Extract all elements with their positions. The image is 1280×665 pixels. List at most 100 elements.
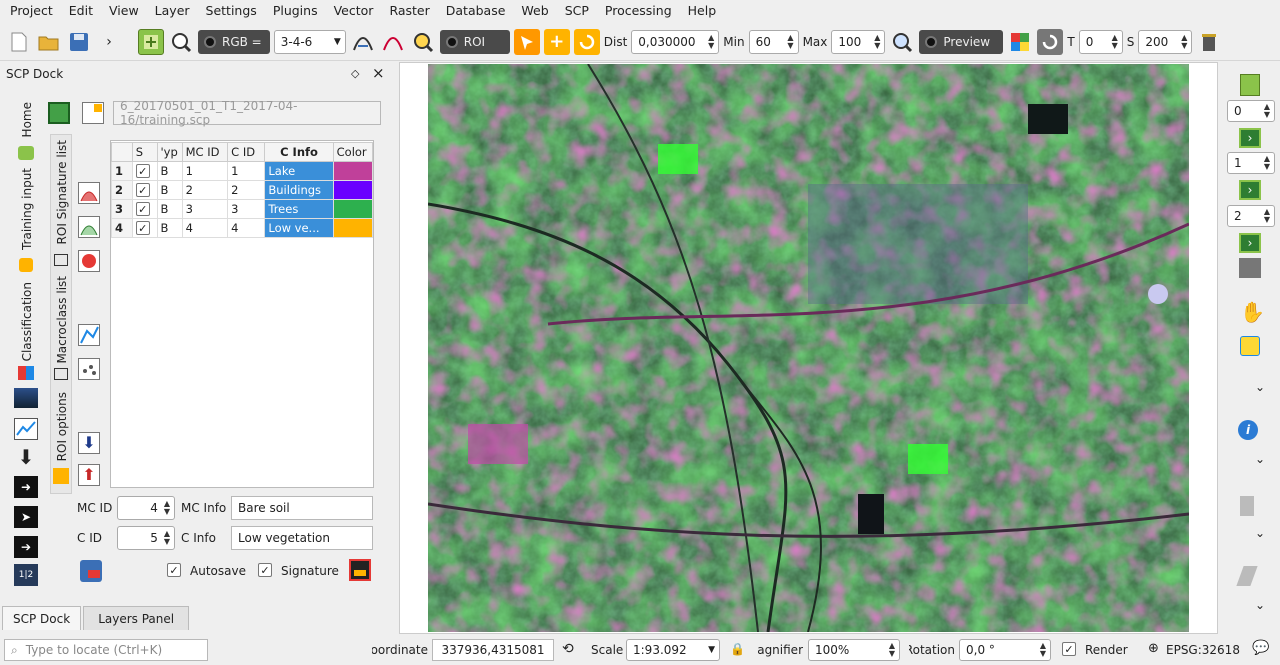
column-header-s[interactable]: S bbox=[131, 142, 158, 162]
create-training-icon[interactable] bbox=[48, 102, 70, 124]
c-id-spinbox[interactable]: 5 ▲ ▼ bbox=[117, 526, 175, 550]
table-row[interactable]: 2 ✓ B 2 2 Buildings bbox=[111, 180, 374, 200]
spin-arrows-icon[interactable]: ▲ ▼ bbox=[787, 33, 793, 50]
row-color-swatch[interactable] bbox=[332, 180, 374, 200]
stretch-cumulative-icon[interactable] bbox=[380, 29, 406, 55]
add-to-spectral-plot-icon[interactable] bbox=[78, 324, 100, 346]
mc-info-field[interactable]: Bare soil bbox=[231, 496, 373, 520]
t-spinbox[interactable]: 0 ▲ ▼ bbox=[1078, 29, 1123, 54]
spin-arrows-icon[interactable]: ▲ ▼ bbox=[1264, 103, 1270, 119]
tab-home[interactable]: Home bbox=[20, 102, 34, 137]
download-icon[interactable]: ⬇ bbox=[14, 446, 38, 468]
save-roi-icon[interactable] bbox=[349, 559, 371, 581]
identify-icon[interactable]: i bbox=[1238, 420, 1258, 440]
menu-view[interactable]: View bbox=[101, 0, 147, 22]
add-to-scatter-plot-icon[interactable] bbox=[78, 358, 100, 380]
column-header-color[interactable]: Color bbox=[332, 142, 374, 162]
more-chevron-icon[interactable]: › bbox=[96, 29, 122, 55]
tab-layers-panel[interactable]: Layers Panel bbox=[83, 606, 190, 630]
row-color-swatch[interactable] bbox=[332, 161, 374, 181]
spin-arrows-icon[interactable]: ▲ ▼ bbox=[874, 33, 880, 50]
stretch-std-icon[interactable] bbox=[350, 29, 376, 55]
render-checkbox[interactable]: ✓ bbox=[1062, 642, 1076, 656]
satellite-raster[interactable] bbox=[428, 64, 1189, 632]
dist-spinbox[interactable]: 0,030000 ▲ ▼ bbox=[631, 29, 720, 54]
signature-checkbox[interactable]: ✓ bbox=[258, 563, 272, 577]
chevron-down-icon[interactable]: ⌄ bbox=[1255, 598, 1265, 612]
menu-settings[interactable]: Settings bbox=[198, 0, 265, 22]
mc-id-spinbox[interactable]: 4 ▲ ▼ bbox=[117, 496, 175, 520]
zoom-to-preview-icon[interactable] bbox=[889, 29, 915, 55]
menu-raster[interactable]: Raster bbox=[381, 0, 437, 22]
open-project-icon[interactable] bbox=[36, 29, 62, 55]
spin-arrows-icon[interactable]: ▲ ▼ bbox=[1112, 33, 1118, 50]
band-spinbox-2[interactable]: 1 ▲ ▼ bbox=[1227, 152, 1275, 174]
band-set-icon[interactable] bbox=[14, 388, 38, 408]
row-checkbox[interactable]: ✓ bbox=[131, 161, 158, 181]
s-spinbox[interactable]: 200 ▲ ▼ bbox=[1138, 29, 1193, 54]
locator-search[interactable]: ⌕ Type to locate (Ctrl+K) bbox=[4, 639, 208, 661]
merge-signatures-icon[interactable] bbox=[78, 182, 100, 204]
float-icon[interactable]: ◇ bbox=[351, 67, 359, 80]
row-c-id[interactable]: 3 bbox=[227, 199, 266, 219]
menu-processing[interactable]: Processing bbox=[597, 0, 680, 22]
preprocessing-icon[interactable]: ➜ bbox=[14, 476, 38, 498]
spectral-plot-icon[interactable] bbox=[14, 418, 38, 440]
zoom-to-raster-icon[interactable] bbox=[168, 29, 194, 55]
row-mc-id[interactable]: 2 bbox=[181, 180, 229, 200]
measure-icon[interactable] bbox=[1240, 496, 1254, 516]
chevron-down-icon[interactable]: ⌄ bbox=[1255, 526, 1265, 540]
close-icon[interactable]: × bbox=[372, 64, 385, 82]
export-signatures-icon[interactable]: ⬆ bbox=[78, 464, 100, 486]
row-c-info[interactable]: Lake bbox=[264, 161, 334, 181]
coordinate-toggle-icon[interactable]: ⟲ bbox=[562, 641, 574, 657]
save-project-icon[interactable] bbox=[66, 29, 92, 55]
spin-arrows-icon[interactable]: ▲ ▼ bbox=[1040, 642, 1046, 658]
row-mc-id[interactable]: 1 bbox=[181, 161, 229, 181]
row-checkbox[interactable]: ✓ bbox=[131, 199, 158, 219]
row-color-swatch[interactable] bbox=[332, 199, 374, 219]
postprocessing-icon[interactable]: ➔ bbox=[14, 536, 38, 558]
tab-roi-signature-list[interactable]: ROI Signature list bbox=[55, 140, 69, 244]
column-header-c-info[interactable]: C Info bbox=[264, 142, 334, 162]
row-c-info[interactable]: Low ve... bbox=[264, 218, 334, 238]
tab-roi-options[interactable]: ROI options bbox=[55, 392, 69, 461]
apply-icon[interactable]: › bbox=[1239, 180, 1261, 200]
rgb-toggle[interactable]: RGB = bbox=[198, 29, 270, 54]
row-color-swatch[interactable] bbox=[332, 218, 374, 238]
spin-arrows-icon[interactable]: ▲ ▼ bbox=[1264, 208, 1270, 224]
row-checkbox[interactable]: ✓ bbox=[131, 218, 158, 238]
column-header-mc-id[interactable]: MC ID bbox=[181, 142, 229, 162]
pan-to-selection-icon[interactable] bbox=[1240, 336, 1260, 356]
table-row[interactable]: 4 ✓ B 4 4 Low ve... bbox=[111, 218, 374, 238]
column-header-c-id[interactable]: C ID bbox=[227, 142, 266, 162]
menu-layer[interactable]: Layer bbox=[147, 0, 198, 22]
apply-icon[interactable]: › bbox=[1239, 128, 1261, 148]
remove-temp-files-icon[interactable] bbox=[1196, 29, 1222, 55]
new-project-icon[interactable] bbox=[6, 29, 32, 55]
chevron-down-icon[interactable]: ⌄ bbox=[1255, 452, 1265, 466]
scale-combo[interactable]: 1:93.092 ▼ bbox=[626, 639, 720, 661]
raster-settings-icon[interactable] bbox=[138, 28, 164, 55]
c-info-field[interactable]: Low vegetation bbox=[231, 526, 373, 550]
settings-icon[interactable]: 1|2 bbox=[14, 564, 38, 586]
pan-hand-icon[interactable]: ✋ bbox=[1240, 300, 1265, 324]
menu-scp[interactable]: SCP bbox=[557, 0, 597, 22]
training-file-field[interactable]: 6_20170501_01_T1_2017-04-16/training.scp bbox=[113, 99, 381, 127]
delete-signature-icon[interactable] bbox=[78, 250, 100, 272]
row-c-id[interactable]: 2 bbox=[227, 180, 266, 200]
rotation-spinbox[interactable]: 0,0 ° ▲ ▼ bbox=[959, 639, 1051, 661]
chevron-down-icon[interactable]: ⌄ bbox=[1255, 380, 1265, 394]
menu-vector[interactable]: Vector bbox=[326, 0, 382, 22]
row-c-id[interactable]: 1 bbox=[227, 161, 266, 181]
tab-scp-dock[interactable]: SCP Dock bbox=[2, 606, 82, 630]
autosave-checkbox[interactable]: ✓ bbox=[167, 563, 181, 577]
band-spinbox-3[interactable]: 2 ▲ ▼ bbox=[1227, 205, 1275, 227]
sandglass-icon[interactable] bbox=[1239, 258, 1261, 278]
tab-macroclass-list[interactable]: Macroclass list bbox=[55, 276, 69, 364]
table-row[interactable]: 3 ✓ B 3 3 Trees bbox=[111, 199, 374, 219]
max-spinbox[interactable]: 100 ▲ ▼ bbox=[831, 29, 886, 54]
column-header-type[interactable]: 'yp bbox=[156, 142, 183, 162]
tab-classification[interactable]: Classification bbox=[20, 282, 34, 361]
import-signatures-icon[interactable]: ⬇ bbox=[78, 432, 100, 454]
